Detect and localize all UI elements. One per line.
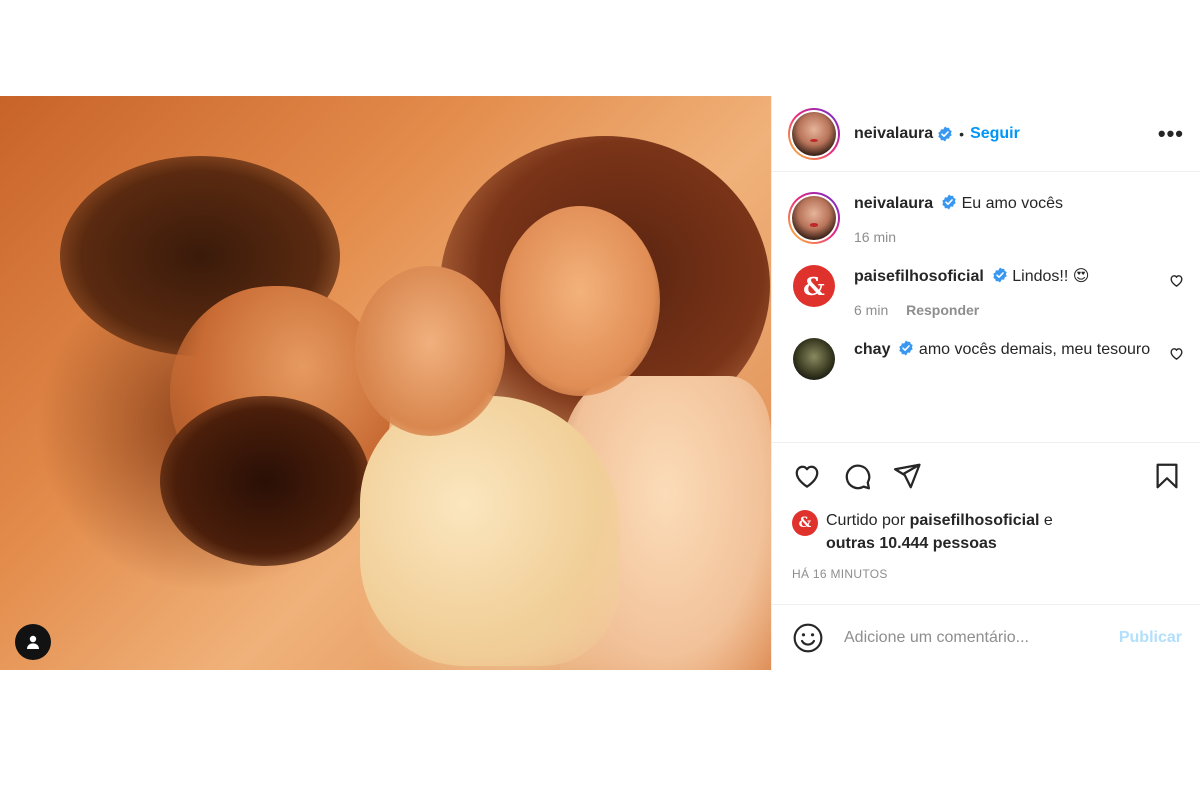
commenter-avatar[interactable] [793,338,835,380]
instagram-post: neivalaura • Seguir ••• neivalaura Eu am… [0,96,1200,670]
comment-item: & paisefilhosoficial Lindos!! 😍 6 min Re… [788,265,1184,318]
liker-username[interactable]: paisefilhosoficial [910,512,1040,529]
post-timestamp: HÁ 16 MINUTOS [792,567,888,581]
emoji-icon[interactable] [792,622,824,654]
likes-suffix: e [1043,512,1053,529]
comment-time: 6 min [854,302,889,318]
post-header: neivalaura • Seguir ••• [772,96,1200,172]
separator-dot: • [959,125,965,142]
more-options-icon[interactable]: ••• [1158,122,1184,145]
person-tag-icon [27,635,39,649]
photo-detail [355,266,505,436]
likes-summary: & Curtido por paisefilhosoficial e outra… [792,509,1182,555]
like-button[interactable] [792,461,822,491]
comment-username[interactable]: paisefilhosoficial [854,268,984,285]
photo-detail [500,206,660,396]
liker-avatar[interactable]: & [792,510,818,536]
verified-badge-icon [942,194,956,210]
share-button[interactable] [892,461,922,491]
publish-button[interactable]: Publicar [1119,629,1182,647]
save-bookmark-icon [1156,463,1178,489]
verified-badge-icon [993,267,1007,283]
comment-time: 16 min [854,229,897,245]
comment-text: Lindos!! 😍 [1012,268,1090,285]
likes-prefix: Curtido por [826,512,906,529]
comment-username[interactable]: chay [854,341,890,358]
verified-badge-icon [899,340,914,356]
author-avatar[interactable] [788,107,840,160]
likes-others-link[interactable]: outras 10.444 pessoas [826,535,997,552]
save-button[interactable] [1152,461,1182,491]
post-actions: & Curtido por paisefilhosoficial e outra… [772,442,1200,581]
verified-badge-icon [938,126,952,141]
comment-like-heart-icon[interactable] [1169,346,1184,361]
photo-detail [360,396,620,666]
comment-button[interactable] [842,461,872,491]
comments-list: neivalaura Eu amo vocês 16 min & paisefi… [772,172,1200,442]
comment-text: amo vocês demais, meu tesouro [918,341,1151,358]
reply-button[interactable]: Responder [906,302,979,318]
add-comment-bar: Adicione um comentário... Publicar [772,604,1200,670]
commenter-avatar[interactable] [788,192,840,244]
tagged-users-button[interactable] [15,624,51,660]
comment-like-heart-icon[interactable] [1169,273,1184,288]
comment-item: chay amo vocês demais, meu tesouro [788,338,1184,380]
comment-text: Eu amo vocês [961,195,1063,212]
caption: neivalaura Eu amo vocês 16 min [788,192,1184,245]
like-heart-icon [795,465,819,488]
comment-input[interactable]: Adicione um comentário... [844,629,1119,647]
comment-username[interactable]: neivalaura [854,195,933,212]
post-side-panel: neivalaura • Seguir ••• neivalaura Eu am… [771,96,1200,670]
share-paper-plane-icon [894,463,921,489]
photo-detail [160,396,370,566]
commenter-avatar[interactable]: & [793,265,835,307]
comment-bubble-icon [845,464,871,490]
post-photo[interactable] [0,96,771,670]
follow-button[interactable]: Seguir [970,125,1020,143]
author-username[interactable]: neivalaura [854,125,933,143]
